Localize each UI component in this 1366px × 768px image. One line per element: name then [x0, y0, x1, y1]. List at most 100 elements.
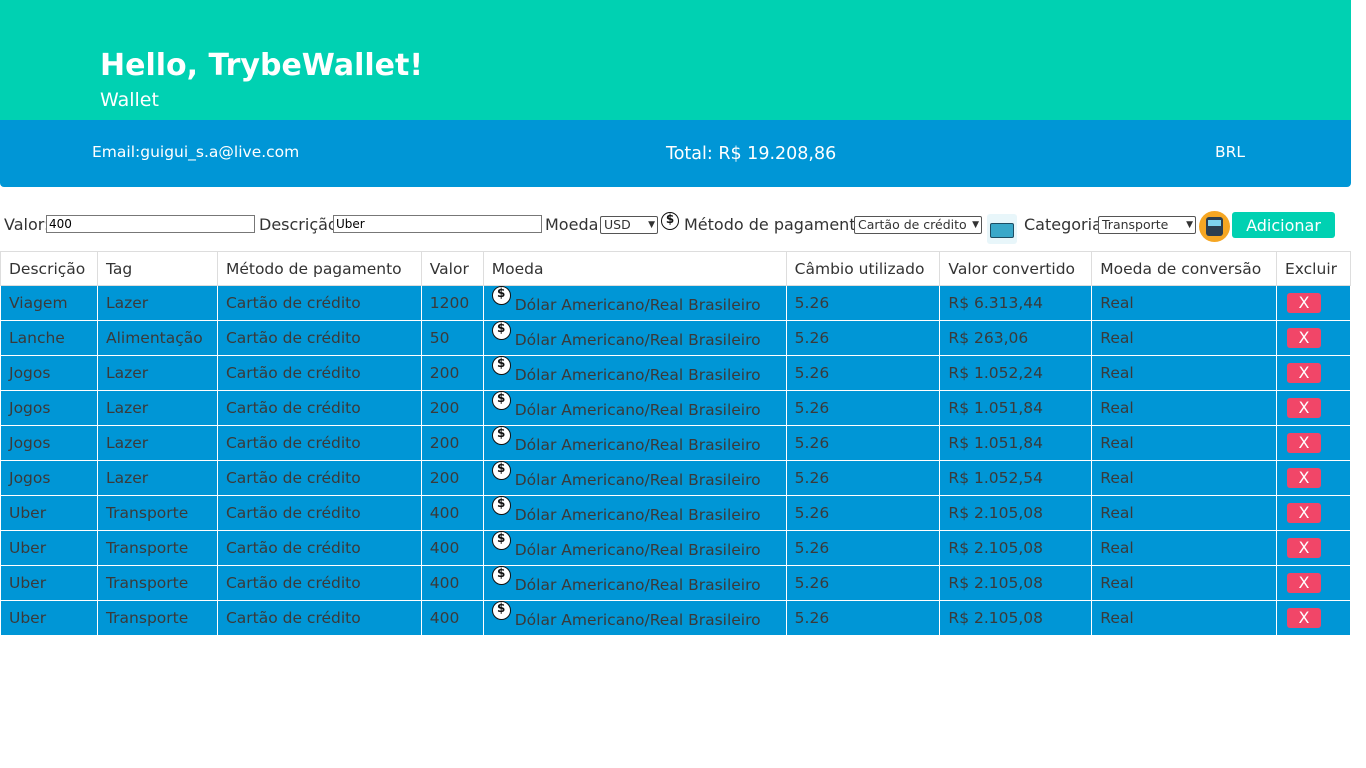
cell-metodo: Cartão de crédito — [216, 495, 422, 531]
bus-icon — [1199, 211, 1230, 242]
cell-conversao: Real — [1091, 565, 1277, 601]
cell-metodo: Cartão de crédito — [216, 460, 422, 496]
cell-conversao: Real — [1091, 460, 1277, 496]
cell-moeda-text: Dólar Americano/Real Brasileiro — [514, 576, 761, 594]
dollar-coin-icon — [491, 391, 511, 410]
cell-moeda: Dólar Americano/Real Brasileiro — [482, 285, 787, 321]
cell-moeda: Dólar Americano/Real Brasileiro — [482, 425, 787, 461]
metodo-select[interactable]: Cartão de crédito ▼ — [854, 216, 982, 234]
categoria-select[interactable]: Transporte ▼ — [1098, 216, 1196, 234]
cell-metodo: Cartão de crédito — [216, 320, 422, 356]
cell-tag: Transporte — [96, 495, 218, 531]
cell-convertido: R$ 263,06 — [939, 320, 1093, 356]
valor-label: Valor: — [4, 215, 50, 234]
cell-convertido: R$ 1.052,54 — [939, 460, 1093, 496]
header-valor: Valor — [420, 251, 484, 286]
cell-valor: 50 — [420, 320, 484, 356]
table-row: Uber Transporte Cartão de crédito 400 Dó… — [0, 600, 1352, 636]
page-title: Hello, TrybeWallet! — [100, 48, 424, 83]
cell-cambio: 5.26 — [785, 530, 941, 566]
page-subtitle: Wallet — [100, 89, 159, 111]
delete-button[interactable]: X — [1286, 293, 1321, 313]
cell-convertido: R$ 2.105,08 — [939, 495, 1093, 531]
cell-excluir: X — [1275, 425, 1352, 461]
table-row: Jogos Lazer Cartão de crédito 200 Dólar … — [0, 390, 1352, 426]
cell-descricao: Uber — [0, 495, 98, 531]
cell-tag: Alimentação — [96, 320, 218, 356]
header-metodo: Método de pagamento — [216, 251, 422, 286]
cell-tag: Lazer — [96, 460, 218, 496]
cell-moeda-text: Dólar Americano/Real Brasileiro — [514, 331, 761, 349]
cell-metodo: Cartão de crédito — [216, 565, 422, 601]
valor-input[interactable] — [46, 215, 255, 233]
header-valor-convertido: Valor convertido — [939, 251, 1093, 286]
delete-button[interactable]: X — [1286, 468, 1321, 488]
cell-conversao: Real — [1091, 390, 1277, 426]
delete-button[interactable]: X — [1286, 433, 1321, 453]
credit-card-icon — [987, 214, 1017, 244]
cell-tag: Transporte — [96, 600, 218, 636]
cell-moeda: Dólar Americano/Real Brasileiro — [482, 390, 787, 426]
cell-descricao: Jogos — [0, 425, 98, 461]
categoria-label: Categoria: — [1024, 215, 1108, 234]
cell-valor: 200 — [420, 460, 484, 496]
cell-convertido: R$ 1.052,24 — [939, 355, 1093, 391]
cell-excluir: X — [1275, 495, 1352, 531]
moeda-select[interactable]: USD ▼ — [600, 216, 658, 234]
delete-button[interactable]: X — [1286, 328, 1321, 348]
descricao-input[interactable] — [333, 215, 542, 233]
cell-cambio: 5.26 — [785, 600, 941, 636]
delete-button[interactable]: X — [1286, 503, 1321, 523]
cell-metodo: Cartão de crédito — [216, 425, 422, 461]
base-currency: BRL — [1215, 143, 1246, 161]
cell-excluir: X — [1275, 600, 1352, 636]
table-row: Jogos Lazer Cartão de crédito 200 Dólar … — [0, 460, 1352, 496]
moeda-select-value: USD — [604, 217, 631, 232]
table-row: Uber Transporte Cartão de crédito 400 Dó… — [0, 495, 1352, 531]
cell-moeda-text: Dólar Americano/Real Brasileiro — [514, 296, 761, 314]
cell-cambio: 5.26 — [785, 320, 941, 356]
cell-conversao: Real — [1091, 600, 1277, 636]
header-moeda-conversao: Moeda de conversão — [1091, 251, 1277, 286]
delete-button[interactable]: X — [1286, 573, 1321, 593]
cell-valor: 200 — [420, 425, 484, 461]
metodo-label: Método de pagamento: — [684, 215, 871, 234]
delete-button[interactable]: X — [1286, 363, 1321, 383]
cell-metodo: Cartão de crédito — [216, 390, 422, 426]
cell-cambio: 5.26 — [785, 495, 941, 531]
table-row: Uber Transporte Cartão de crédito 400 Dó… — [0, 565, 1352, 601]
expenses-table: Descrição Tag Método de pagamento Valor … — [0, 251, 1352, 636]
total-expenses: Total: R$ 19.208,86 — [666, 144, 837, 164]
cell-tag: Lazer — [96, 425, 218, 461]
table-row: Uber Transporte Cartão de crédito 400 Dó… — [0, 530, 1352, 566]
cell-moeda-text: Dólar Americano/Real Brasileiro — [514, 611, 761, 629]
cell-convertido: R$ 6.313,44 — [939, 285, 1093, 321]
add-expense-button[interactable]: Adicionar — [1232, 212, 1335, 238]
cell-cambio: 5.26 — [785, 390, 941, 426]
chevron-down-icon: ▼ — [972, 220, 979, 230]
cell-moeda-text: Dólar Americano/Real Brasileiro — [514, 541, 761, 559]
header-descricao: Descrição — [0, 251, 98, 286]
cell-moeda: Dólar Americano/Real Brasileiro — [482, 495, 787, 531]
delete-button[interactable]: X — [1286, 538, 1321, 558]
cell-tag: Transporte — [96, 530, 218, 566]
cell-moeda: Dólar Americano/Real Brasileiro — [482, 460, 787, 496]
cell-descricao: Uber — [0, 600, 98, 636]
dollar-coin-icon — [491, 426, 511, 445]
cell-excluir: X — [1275, 565, 1352, 601]
delete-button[interactable]: X — [1286, 608, 1321, 628]
cell-descricao: Jogos — [0, 460, 98, 496]
cell-moeda-text: Dólar Americano/Real Brasileiro — [514, 366, 761, 384]
cell-conversao: Real — [1091, 320, 1277, 356]
cell-excluir: X — [1275, 320, 1352, 356]
cell-convertido: R$ 2.105,08 — [939, 600, 1093, 636]
delete-button[interactable]: X — [1286, 398, 1321, 418]
cell-conversao: Real — [1091, 285, 1277, 321]
dollar-coin-icon — [491, 531, 511, 550]
header-tag: Tag — [96, 251, 218, 286]
cell-excluir: X — [1275, 460, 1352, 496]
cell-conversao: Real — [1091, 495, 1277, 531]
cell-cambio: 5.26 — [785, 425, 941, 461]
cell-cambio: 5.26 — [785, 565, 941, 601]
cell-conversao: Real — [1091, 425, 1277, 461]
